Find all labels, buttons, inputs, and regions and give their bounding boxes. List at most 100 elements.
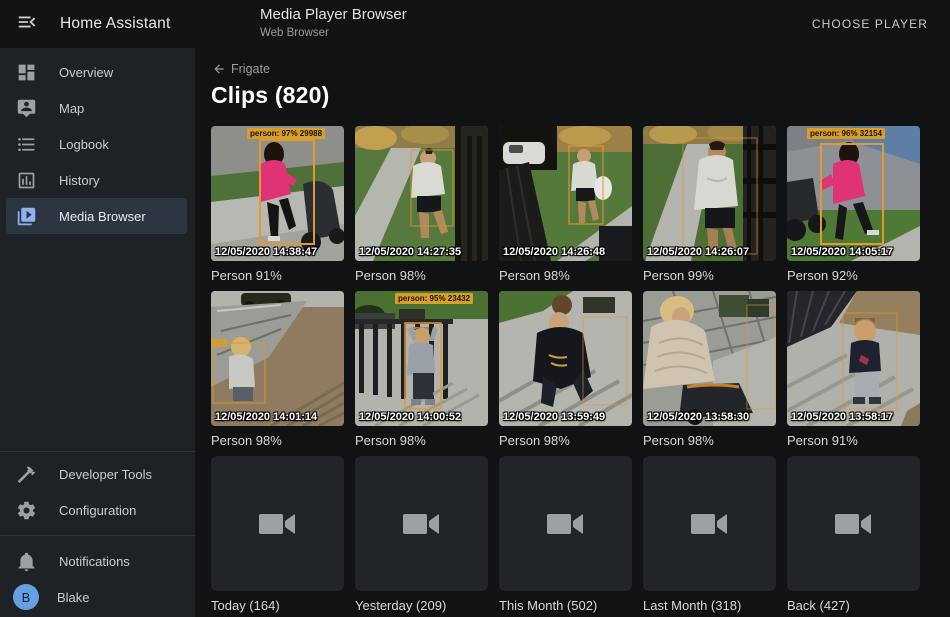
- folder-label: Last Month (318): [643, 598, 776, 614]
- sidebar: Overview Map Logbook History Media Brows…: [0, 48, 195, 617]
- folder-label: Yesterday (209): [355, 598, 488, 614]
- video-camera-icon: [690, 510, 730, 538]
- view-dashboard-icon: [14, 60, 38, 84]
- clip-caption: Person 91%: [211, 268, 344, 284]
- clip-timestamp: 12/05/2020 14:01:14: [215, 411, 317, 423]
- clip-thumbnail: person: 97% 29988 12/05/2020 14:38:47: [211, 126, 344, 261]
- sidebar-item-label: Media Browser: [59, 209, 146, 224]
- clip-thumbnail: 12/05/2020 14:26:48: [499, 126, 632, 261]
- clip-caption: Person 98%: [643, 433, 776, 449]
- page-title: Media Player Browser: [260, 6, 407, 25]
- clip-timestamp: 12/05/2020 14:26:07: [647, 246, 749, 258]
- video-camera-icon: [258, 510, 298, 538]
- cog-icon: [14, 498, 38, 522]
- clip-scene: [211, 126, 344, 261]
- clip-card[interactable]: 12/05/2020 14:26:48 Person 98%: [499, 126, 632, 284]
- sidebar-footer: Developer Tools Configuration Notificati…: [0, 451, 195, 617]
- app-title: Home Assistant: [60, 15, 170, 33]
- folder-card[interactable]: Back (427): [787, 456, 920, 614]
- format-list-bulleted-icon: [14, 132, 38, 156]
- folder-thumbnail: [211, 456, 344, 591]
- clip-thumbnail: 12/05/2020 13:58:30: [643, 291, 776, 426]
- folder-thumbnail: [355, 456, 488, 591]
- sidebar-item-label: Notifications: [59, 554, 130, 569]
- sidebar-toggle-button[interactable]: [14, 11, 40, 37]
- clip-thumbnail: 12/05/2020 14:27:35: [355, 126, 488, 261]
- clip-caption: Person 98%: [355, 268, 488, 284]
- sidebar-item-label: Logbook: [59, 137, 109, 152]
- clip-card[interactable]: person: 95% 23432 12/05/2020 14:00:52 Pe…: [355, 291, 488, 449]
- clip-card[interactable]: 12/05/2020 14:01:14 Person 98%: [211, 291, 344, 449]
- menu-open-icon: [16, 11, 38, 38]
- clips-grid: person: 97% 29988 12/05/2020 14:38:47 Pe…: [211, 126, 950, 614]
- clip-timestamp: 12/05/2020 13:58:30: [647, 411, 749, 423]
- sidebar-item-logbook[interactable]: Logbook: [6, 126, 187, 162]
- clip-caption: Person 98%: [211, 433, 344, 449]
- sidebar-item-map[interactable]: Map: [6, 90, 187, 126]
- clip-thumbnail: 12/05/2020 13:58:17: [787, 291, 920, 426]
- play-box-multiple-icon: [14, 204, 38, 228]
- folder-card[interactable]: This Month (502): [499, 456, 632, 614]
- avatar-initial: B: [13, 584, 39, 610]
- sidebar-item-profile[interactable]: B Blake: [6, 579, 187, 615]
- sidebar-item-media-browser[interactable]: Media Browser: [6, 198, 187, 234]
- sidebar-item-history[interactable]: History: [6, 162, 187, 198]
- folder-card[interactable]: Last Month (318): [643, 456, 776, 614]
- clip-timestamp: 12/05/2020 14:26:48: [503, 246, 605, 258]
- page-heading: Clips (820): [211, 82, 950, 109]
- folder-thumbnail: [787, 456, 920, 591]
- clip-card[interactable]: person: 96% 32154 12/05/2020 14:05:17 Pe…: [787, 126, 920, 284]
- clip-caption: Person 98%: [355, 433, 488, 449]
- breadcrumb-back[interactable]: Frigate: [212, 62, 270, 76]
- sidebar-item-label: History: [59, 173, 99, 188]
- clip-scene: [355, 126, 488, 261]
- clip-card[interactable]: 12/05/2020 13:58:17 Person 91%: [787, 291, 920, 449]
- clip-card[interactable]: 12/05/2020 14:27:35 Person 98%: [355, 126, 488, 284]
- sidebar-divider: [0, 451, 195, 452]
- folder-thumbnail: [499, 456, 632, 591]
- clip-thumbnail: 12/05/2020 14:26:07: [643, 126, 776, 261]
- folder-label: This Month (502): [499, 598, 632, 614]
- sidebar-footer-list: Developer Tools Configuration: [0, 456, 195, 528]
- clip-caption: Person 98%: [499, 433, 632, 449]
- folder-card[interactable]: Yesterday (209): [355, 456, 488, 614]
- clip-card[interactable]: 12/05/2020 14:26:07 Person 99%: [643, 126, 776, 284]
- user-name: Blake: [57, 590, 90, 605]
- clip-timestamp: 12/05/2020 13:58:17: [791, 411, 893, 423]
- folder-label: Today (164): [211, 598, 344, 614]
- detection-label: person: 95% 23432: [395, 293, 473, 304]
- detection-label: person: 96% 32154: [807, 128, 885, 139]
- sidebar-divider: [0, 535, 195, 536]
- clip-timestamp: 12/05/2020 13:59:49: [503, 411, 605, 423]
- folder-card[interactable]: Today (164): [211, 456, 344, 614]
- bell-icon: [14, 549, 38, 573]
- avatar: B: [13, 584, 39, 610]
- sidebar-item-developer-tools[interactable]: Developer Tools: [6, 456, 187, 492]
- chart-box-icon: [14, 168, 38, 192]
- clip-timestamp: 12/05/2020 14:05:17: [791, 246, 893, 258]
- page-subtitle: Web Browser: [260, 26, 407, 40]
- sidebar-item-overview[interactable]: Overview: [6, 54, 187, 90]
- choose-player-button[interactable]: CHOOSE PLAYER: [804, 0, 936, 48]
- sidebar-item-label: Map: [59, 101, 84, 116]
- clip-scene: [643, 291, 776, 426]
- app-bar: Home Assistant Media Player Browser Web …: [0, 0, 950, 48]
- back-arrow-icon: [212, 62, 226, 76]
- detection-label: person: 97% 29988: [247, 128, 325, 139]
- clip-scene: [355, 291, 488, 426]
- sidebar-item-notifications[interactable]: Notifications: [6, 543, 187, 579]
- clip-scene: [499, 291, 632, 426]
- video-camera-icon: [402, 510, 442, 538]
- folder-thumbnail: [643, 456, 776, 591]
- clip-thumbnail: person: 95% 23432 12/05/2020 14:00:52: [355, 291, 488, 426]
- clip-card[interactable]: person: 97% 29988 12/05/2020 14:38:47 Pe…: [211, 126, 344, 284]
- clip-card[interactable]: 12/05/2020 13:59:49 Person 98%: [499, 291, 632, 449]
- sidebar-item-configuration[interactable]: Configuration: [6, 492, 187, 528]
- page-title-block: Media Player Browser Web Browser: [260, 6, 407, 40]
- clip-thumbnail: 12/05/2020 14:01:14: [211, 291, 344, 426]
- hammer-icon: [14, 462, 38, 486]
- clip-caption: Person 91%: [787, 433, 920, 449]
- media-browser-content: Frigate Clips (820) person: 97% 29988 12…: [195, 48, 950, 617]
- clip-card[interactable]: 12/05/2020 13:58:30 Person 98%: [643, 291, 776, 449]
- video-camera-icon: [546, 510, 586, 538]
